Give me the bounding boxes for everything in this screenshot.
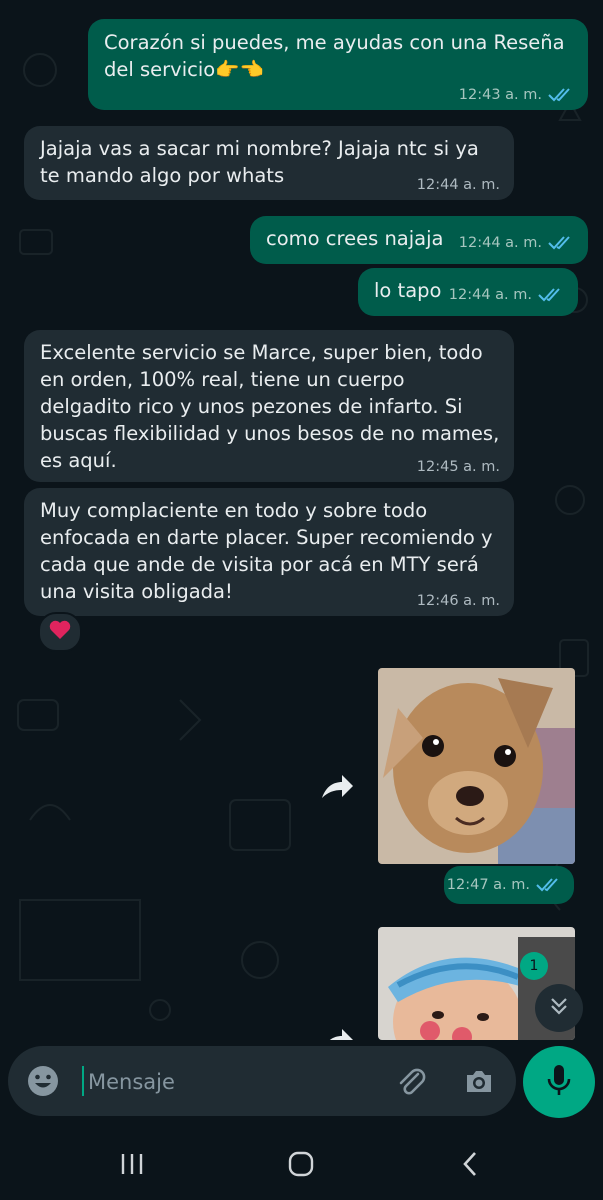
unread-count-badge: 1: [520, 952, 548, 980]
forward-icon[interactable]: [318, 1022, 356, 1040]
message-time: 12:44 a. m.: [416, 177, 500, 193]
message-outgoing[interactable]: como crees najaja 12:44 a. m.: [250, 216, 588, 264]
message-input[interactable]: [86, 1062, 390, 1102]
message-outgoing[interactable]: Corazón si puedes, me ayudas con una Res…: [88, 19, 588, 110]
forward-icon[interactable]: [318, 768, 356, 806]
camera-icon[interactable]: [462, 1064, 496, 1102]
system-navigation-bar: [0, 1126, 603, 1200]
recent-apps-icon[interactable]: [112, 1148, 152, 1180]
message-reaction[interactable]: [38, 612, 82, 652]
message-meta: 12:46 a. m.: [417, 593, 500, 609]
message-meta: 12:44 a. m.: [459, 235, 574, 251]
message-meta: 12:44 a. m.: [449, 287, 564, 303]
emoji-icon[interactable]: [26, 1064, 60, 1102]
puppy-photo[interactable]: [378, 668, 575, 864]
message-text: Muy complaciente en todo y sobre todo en…: [40, 499, 493, 603]
message-incoming[interactable]: Muy complaciente en todo y sobre todo en…: [24, 488, 514, 616]
message-time: 12:46 a. m.: [416, 593, 500, 609]
message-outgoing[interactable]: lo tapo 12:44 a. m.: [358, 268, 578, 316]
voice-message-button[interactable]: [523, 1046, 595, 1118]
message-meta: 12:43 a. m.: [459, 87, 574, 103]
read-ticks-icon: [548, 87, 574, 103]
scroll-to-bottom-button[interactable]: [535, 984, 583, 1032]
read-ticks-icon: [538, 287, 564, 303]
message-meta: 12:44 a. m.: [417, 177, 500, 193]
microphone-icon: [546, 1063, 572, 1101]
message-composer: [8, 1046, 516, 1116]
text-cursor: [82, 1066, 84, 1096]
puppy-image: [378, 668, 575, 864]
paperclip-icon[interactable]: [394, 1064, 428, 1102]
read-ticks-icon: [536, 877, 562, 893]
home-icon[interactable]: [281, 1148, 321, 1180]
double-chevron-down-icon: [548, 995, 570, 1021]
message-time: 12:45 a. m.: [416, 459, 500, 475]
message-time: 12:44 a. m.: [458, 235, 542, 251]
message-incoming[interactable]: Excelente servicio se Marce, super bien,…: [24, 330, 514, 482]
read-ticks-icon: [548, 235, 574, 251]
back-icon[interactable]: [450, 1148, 490, 1180]
message-text: Corazón si puedes, me ayudas con una Res…: [104, 31, 565, 81]
message-incoming[interactable]: Jajaja vas a sacar mi nombre? Jajaja ntc…: [24, 126, 514, 200]
media-time-chip: 12:47 a. m.: [444, 866, 574, 904]
message-meta: 12:47 a. m.: [447, 877, 562, 893]
chat-area[interactable]: Corazón si puedes, me ayudas con una Res…: [0, 0, 603, 1040]
message-time: 12:44 a. m.: [448, 287, 532, 303]
message-text: Excelente servicio se Marce, super bien,…: [40, 341, 500, 472]
heart-icon: [49, 620, 71, 644]
message-time: 12:47 a. m.: [446, 877, 530, 893]
message-time: 12:43 a. m.: [458, 87, 542, 103]
message-meta: 12:45 a. m.: [417, 459, 500, 475]
